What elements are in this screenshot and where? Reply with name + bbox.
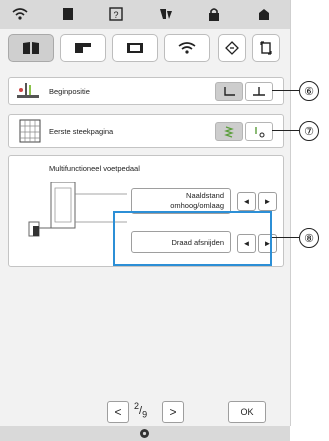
start-position-up-option[interactable] — [215, 82, 243, 101]
page-icon[interactable] — [54, 4, 82, 24]
help-icon[interactable]: ? — [102, 4, 130, 24]
thread-cut-prev-button[interactable]: ◄ — [237, 234, 256, 253]
callout-line-8 — [272, 237, 299, 238]
book-icon — [23, 42, 39, 54]
fullscreen-button[interactable] — [252, 34, 280, 62]
stitch-page-option-2[interactable] — [245, 122, 273, 141]
first-stitch-page-label: Eerste steekpagina — [49, 127, 114, 136]
svg-text:?: ? — [113, 10, 118, 20]
stitch-page-option-1[interactable] — [215, 122, 243, 141]
wifi-icon — [178, 42, 196, 54]
callout-6: ⑥ — [299, 81, 319, 101]
callout-line-7 — [272, 130, 299, 131]
settings-tab-row — [0, 34, 290, 64]
zigzag-stitch-icon — [224, 125, 234, 138]
lock-icon[interactable] — [200, 4, 228, 24]
needle-down-icon — [253, 86, 265, 96]
top-toolbar: ? — [0, 0, 290, 29]
thread-cut-selector[interactable]: Draad afsnijden — [131, 231, 231, 253]
screen-icon — [127, 43, 143, 53]
reset-icon — [225, 41, 239, 55]
previous-page-button[interactable]: < — [107, 401, 129, 423]
settings-gear-icon[interactable] — [139, 428, 150, 439]
foot-pedal-diagram-icon — [21, 181, 127, 259]
thread-cut-label: Draad afsnijden — [171, 238, 224, 247]
wifi-icon[interactable] — [6, 4, 34, 24]
callout-8: ⑧ — [299, 228, 319, 248]
tab-machine-settings[interactable] — [8, 34, 54, 62]
next-page-button[interactable]: > — [162, 401, 184, 423]
sewing-icon[interactable] — [152, 4, 180, 24]
needle-up-down-line1: Naaldstand — [186, 191, 224, 200]
page-total: 9 — [142, 409, 148, 420]
start-position-label: Beginpositie — [49, 87, 90, 96]
needle-up-icon — [224, 86, 235, 96]
foot-pedal-title: Multifunctioneel voetpedaal — [49, 164, 140, 173]
frame-icon — [260, 41, 272, 55]
needle-up-down-line2: omhoog/omlaag — [170, 201, 224, 210]
reset-settings-button[interactable] — [218, 34, 246, 62]
start-position-row: Beginpositie — [8, 77, 284, 105]
first-stitch-page-row: Eerste steekpagina — [8, 114, 284, 148]
machine-icon — [75, 43, 91, 53]
needle-setting-next-button[interactable]: ► — [258, 192, 277, 211]
straight-stitch-icon — [255, 126, 265, 137]
needle-position-icon — [15, 81, 41, 106]
tab-sewing-machine[interactable] — [60, 34, 106, 62]
callout-line-6 — [272, 90, 299, 91]
bottom-bar — [0, 426, 290, 441]
needle-up-down-selector[interactable]: Naaldstand omhoog/omlaag — [131, 188, 231, 214]
ok-button[interactable]: OK — [228, 401, 266, 423]
home-icon[interactable] — [250, 4, 278, 24]
foot-pedal-panel: Multifunctioneel voetpedaal Naaldstand o… — [8, 155, 284, 267]
callout-7: ⑦ — [299, 121, 319, 141]
start-position-down-option[interactable] — [245, 82, 273, 101]
stitch-grid-icon — [19, 119, 41, 148]
tab-display[interactable] — [112, 34, 158, 62]
needle-setting-prev-button[interactable]: ◄ — [237, 192, 256, 211]
tab-wireless[interactable] — [164, 34, 210, 62]
page-indicator: 2/9 — [134, 401, 158, 421]
machine-screen: ? Beginpositie Eerste steekpagina Multif… — [0, 0, 291, 426]
